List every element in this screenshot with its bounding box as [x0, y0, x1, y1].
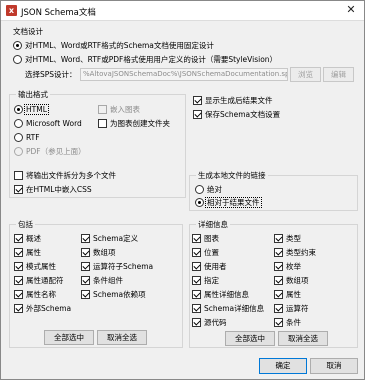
details-property-details-checkbox[interactable] [192, 290, 201, 299]
include-item: 模式属性 [26, 262, 56, 271]
schema-doc-dialog: x JSON Schema文档 ✕ 文档设计 对HTML、Word或RTF格式的… [0, 0, 365, 380]
format-rtf-label: RTF [26, 133, 40, 142]
details-properties-checkbox[interactable] [274, 290, 283, 299]
include-item: 属性 [26, 248, 41, 257]
embed-css-label: 在HTML中嵌入CSS [26, 185, 92, 194]
format-html-label: HTML [24, 104, 49, 115]
custom-design-radio[interactable] [13, 55, 22, 64]
embed-diagrams-label: 嵌入图表 [110, 105, 140, 114]
include-schema-definitions-checkbox[interactable] [81, 234, 90, 243]
include-item: 条件组件 [93, 276, 123, 285]
output-format-title: 输出格式 [16, 89, 50, 100]
include-item: Schema依赖项 [93, 290, 146, 299]
details-item: 运算符 [286, 304, 309, 313]
split-files-label: 将输出文件拆分为多个文件 [26, 171, 116, 180]
custom-design-label: 对HTML、Word、RTF或PDF格式使用用户定义的设计（需要StyleVis… [25, 55, 278, 64]
details-item: 属性 [286, 290, 301, 299]
relative-link-label: 相对于结果文件 [205, 197, 262, 208]
fixed-design-label: 对HTML、Word或RTF格式的Schema文档使用固定设计 [25, 41, 214, 50]
doc-design-title: 文档设计 [13, 27, 43, 36]
format-word-radio[interactable] [14, 119, 23, 128]
details-source-code-checkbox[interactable] [192, 318, 201, 327]
details-item: 源代码 [204, 318, 227, 327]
details-item: 位置 [204, 248, 219, 257]
sps-path-select[interactable]: %AltovaJSONSchemaDoc%\JSONSchemaDocument… [80, 68, 288, 81]
absolute-link-radio[interactable] [195, 185, 204, 194]
details-deselect-all-button[interactable]: 取消全选 [278, 331, 328, 346]
include-deselect-all-button[interactable]: 取消全选 [97, 330, 147, 345]
include-schema-dependencies-checkbox[interactable] [81, 290, 90, 299]
details-type-constraints-checkbox[interactable] [274, 248, 283, 257]
embed-css-checkbox[interactable] [14, 185, 23, 194]
save-settings-label: 保存Schema文档设置 [205, 110, 281, 119]
details-type-checkbox[interactable] [274, 234, 283, 243]
window-title: JSON Schema文档 [21, 8, 96, 18]
embed-diagrams-checkbox[interactable] [98, 105, 107, 114]
details-item: 数组项 [286, 276, 309, 285]
details-used-by-checkbox[interactable] [192, 262, 201, 271]
details-diagram-checkbox[interactable] [192, 234, 201, 243]
include-properties-checkbox[interactable] [14, 248, 23, 257]
details-item: 图表 [204, 234, 219, 243]
include-item: 属性名称 [26, 290, 56, 299]
details-schema-details-checkbox[interactable] [192, 304, 201, 313]
show-result-checkbox[interactable] [193, 96, 202, 105]
include-pattern-properties-checkbox[interactable] [14, 262, 23, 271]
details-item: 使用者 [204, 262, 227, 271]
format-html-radio[interactable] [14, 105, 23, 114]
include-overview-checkbox[interactable] [14, 234, 23, 243]
split-files-checkbox[interactable] [14, 171, 23, 180]
sps-label: 选择SPS设计： [25, 70, 77, 79]
include-select-all-button[interactable]: 全部选中 [44, 330, 94, 345]
details-array-items-checkbox[interactable] [274, 276, 283, 285]
details-item: Schema详细信息 [204, 304, 265, 313]
format-pdf-radio[interactable] [14, 147, 23, 156]
include-property-names-checkbox[interactable] [14, 290, 23, 299]
details-title: 详细信息 [196, 219, 230, 230]
details-enumerations-checkbox[interactable] [274, 262, 283, 271]
create-folder-checkbox[interactable] [98, 119, 107, 128]
cancel-button[interactable]: 取消 [310, 358, 358, 374]
details-conditions-checkbox[interactable] [274, 318, 283, 327]
include-conditional-checkbox[interactable] [81, 276, 90, 285]
include-operator-subschema-checkbox[interactable] [81, 262, 90, 271]
details-item: 类型 [286, 234, 301, 243]
include-item: 外部Schema [26, 304, 72, 313]
show-result-label: 显示生成后结果文件 [205, 96, 273, 105]
details-item: 枚举 [286, 262, 301, 271]
details-item: 类型约束 [286, 248, 316, 257]
relative-link-radio[interactable] [195, 198, 204, 207]
title-bar: x JSON Schema文档 ✕ [1, 1, 364, 21]
app-icon: x [6, 5, 17, 16]
absolute-link-label: 绝对 [207, 185, 222, 194]
include-item: Schema定义 [93, 234, 139, 243]
include-item: 概述 [26, 234, 41, 243]
details-select-all-button[interactable]: 全部选中 [225, 331, 275, 346]
include-property-wildcards-checkbox[interactable] [14, 276, 23, 285]
include-array-items-checkbox[interactable] [81, 248, 90, 257]
details-location-checkbox[interactable] [192, 248, 201, 257]
include-item: 运算符子Schema [93, 262, 154, 271]
include-title: 包括 [16, 219, 35, 230]
browse-button[interactable]: 浏览 [290, 67, 321, 82]
include-item: 数组项 [93, 248, 116, 257]
format-word-label: Microsoft Word [26, 119, 82, 128]
sps-path-value: %AltovaJSONSchemaDoc%\JSONSchemaDocument… [83, 70, 288, 78]
create-folder-label: 为图表创建文件夹 [110, 119, 170, 128]
format-rtf-radio[interactable] [14, 133, 23, 142]
format-pdf-label: PDF（参见上面） [26, 147, 86, 156]
details-operators-checkbox[interactable] [274, 304, 283, 313]
details-assigned-checkbox[interactable] [192, 276, 201, 285]
close-icon[interactable]: ✕ [344, 3, 358, 17]
include-external-schema-checkbox[interactable] [14, 304, 23, 313]
edit-button[interactable]: 编辑 [323, 67, 354, 82]
details-item: 条件 [286, 318, 301, 327]
fixed-design-radio[interactable] [13, 41, 22, 50]
ok-button[interactable]: 确定 [259, 358, 307, 374]
details-item: 属性详细信息 [204, 290, 249, 299]
include-item: 属性通配符 [26, 276, 64, 285]
save-settings-checkbox[interactable] [193, 110, 202, 119]
links-title: 生成本地文件的链接 [196, 170, 268, 181]
details-item: 指定 [204, 276, 219, 285]
